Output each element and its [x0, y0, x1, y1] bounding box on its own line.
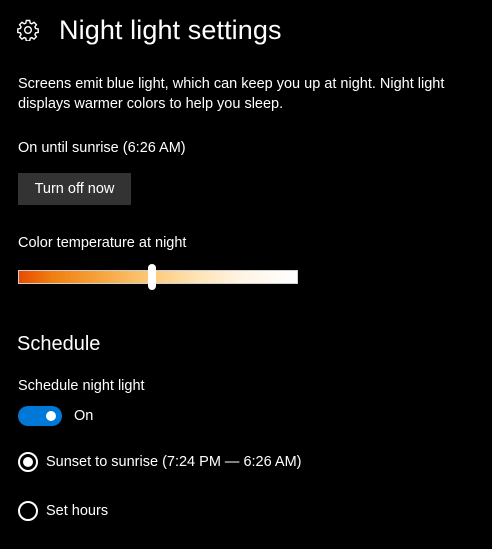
radio-label-sunset-to-sunrise: Sunset to sunrise (7:24 PM — 6:26 AM) [46, 454, 302, 470]
schedule-toggle-row: On [18, 406, 93, 426]
turn-off-now-button[interactable]: Turn off now [18, 173, 131, 205]
gear-icon [17, 19, 39, 41]
schedule-section-title: Schedule [17, 333, 101, 355]
color-temperature-label: Color temperature at night [18, 235, 187, 251]
radio-label-set-hours: Set hours [46, 503, 109, 519]
schedule-night-light-toggle[interactable] [18, 406, 62, 426]
radio-button[interactable] [18, 501, 38, 521]
toggle-state-label: On [74, 408, 94, 424]
radio-button-selected[interactable] [18, 452, 38, 472]
page-title: Night light settings [59, 14, 282, 45]
page-header: Night light settings [17, 12, 282, 48]
schedule-night-light-label: Schedule night light [18, 378, 145, 394]
color-temperature-slider[interactable] [18, 264, 298, 290]
description-text: Screens emit blue light, which can keep … [18, 76, 445, 112]
slider-thumb[interactable] [148, 264, 157, 290]
slider-track[interactable] [18, 270, 298, 284]
radio-sunset-to-sunrise[interactable]: Sunset to sunrise (7:24 PM — 6:26 AM) [18, 452, 301, 472]
radio-set-hours[interactable]: Set hours [18, 501, 108, 521]
radio-dot [23, 457, 33, 467]
toggle-knob [46, 411, 56, 421]
night-light-status: On until sunrise (6:26 AM) [18, 140, 186, 156]
